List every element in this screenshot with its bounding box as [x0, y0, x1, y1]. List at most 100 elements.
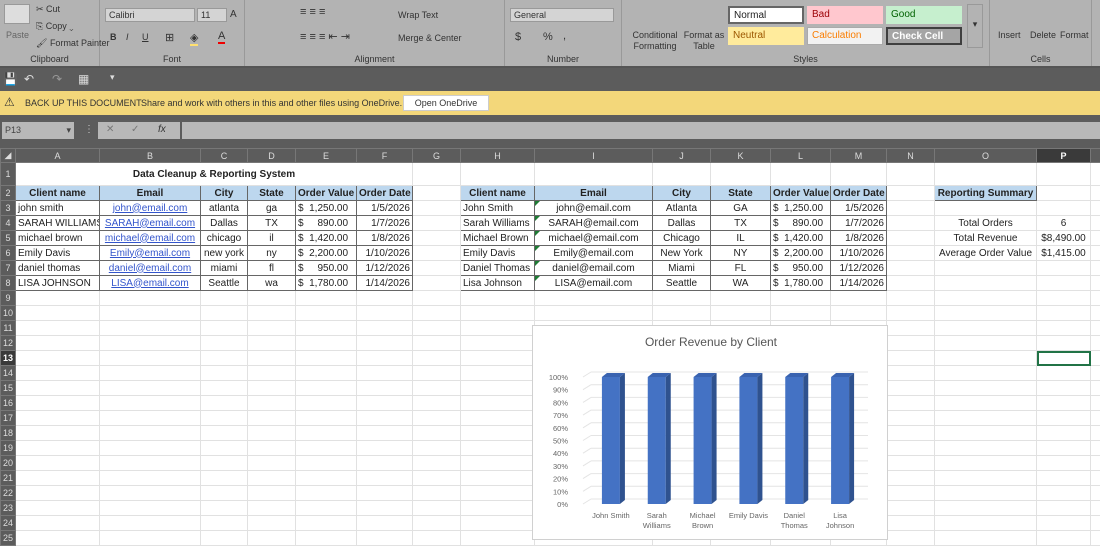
- summary-header[interactable]: Reporting Summary: [935, 186, 1037, 201]
- underline-button[interactable]: U: [142, 32, 149, 42]
- row-header[interactable]: 23: [1, 501, 16, 516]
- cell[interactable]: [248, 516, 296, 531]
- cell[interactable]: [413, 201, 461, 216]
- email-cell[interactable]: SARAH@email.com: [535, 216, 653, 231]
- cell[interactable]: [771, 291, 831, 306]
- cell[interactable]: [935, 261, 1037, 276]
- cell[interactable]: [1037, 351, 1091, 366]
- column-header[interactable]: [1091, 149, 1100, 163]
- cell[interactable]: [1037, 201, 1091, 216]
- cell[interactable]: [1037, 366, 1091, 381]
- cell[interactable]: [935, 486, 1037, 501]
- cell[interactable]: [357, 531, 413, 546]
- data-cell[interactable]: Daniel Thomas: [461, 261, 535, 276]
- row-header[interactable]: 14: [1, 366, 16, 381]
- column-header[interactable]: B: [100, 149, 201, 163]
- cell[interactable]: [16, 381, 100, 396]
- cell[interactable]: [887, 411, 935, 426]
- data-cell[interactable]: Emily Davis: [16, 246, 100, 261]
- cell[interactable]: [1091, 426, 1100, 441]
- cell[interactable]: [1037, 486, 1091, 501]
- cell[interactable]: [1091, 163, 1100, 186]
- cell[interactable]: [1091, 201, 1100, 216]
- data-cell[interactable]: ga: [248, 201, 296, 216]
- column-header[interactable]: M: [831, 149, 887, 163]
- cell[interactable]: [296, 531, 357, 546]
- cell[interactable]: [16, 516, 100, 531]
- table-header[interactable]: Order Date: [831, 186, 887, 201]
- cell[interactable]: [887, 501, 935, 516]
- cell[interactable]: [296, 486, 357, 501]
- column-header[interactable]: K: [711, 149, 771, 163]
- cell[interactable]: [935, 201, 1037, 216]
- data-cell[interactable]: $ 1,250.00: [771, 201, 831, 216]
- cell[interactable]: [935, 321, 1037, 336]
- cell[interactable]: [887, 186, 935, 201]
- cell[interactable]: [100, 426, 201, 441]
- cell[interactable]: [296, 501, 357, 516]
- cell[interactable]: [201, 531, 248, 546]
- cell[interactable]: [1037, 471, 1091, 486]
- cell[interactable]: [413, 501, 461, 516]
- cell[interactable]: [1091, 336, 1100, 351]
- data-cell[interactable]: wa: [248, 276, 296, 291]
- row-header[interactable]: 2: [1, 186, 16, 201]
- style-check-cell[interactable]: Check Cell: [886, 27, 962, 45]
- cell[interactable]: [413, 396, 461, 411]
- cell[interactable]: [887, 351, 935, 366]
- currency-button[interactable]: $: [515, 31, 521, 43]
- name-box[interactable]: P13▾: [2, 122, 74, 139]
- cell[interactable]: [296, 426, 357, 441]
- table-header[interactable]: Client name: [461, 186, 535, 201]
- email-cell[interactable]: michael@email.com: [535, 231, 653, 246]
- italic-button[interactable]: I: [126, 32, 129, 42]
- cell[interactable]: [201, 411, 248, 426]
- cell[interactable]: [935, 426, 1037, 441]
- cell[interactable]: [935, 471, 1037, 486]
- cell[interactable]: [100, 441, 201, 456]
- cell[interactable]: [935, 291, 1037, 306]
- cell[interactable]: [935, 163, 1037, 186]
- cell[interactable]: [248, 441, 296, 456]
- data-cell[interactable]: michael brown: [16, 231, 100, 246]
- cell[interactable]: [201, 321, 248, 336]
- delete-button[interactable]: Delete: [1030, 30, 1056, 40]
- cell[interactable]: [16, 366, 100, 381]
- cell[interactable]: [357, 351, 413, 366]
- cell[interactable]: [248, 501, 296, 516]
- data-cell[interactable]: TX: [711, 216, 771, 231]
- select-all-corner[interactable]: ◢: [1, 149, 16, 163]
- row-header[interactable]: 16: [1, 396, 16, 411]
- row-header[interactable]: 5: [1, 231, 16, 246]
- data-cell[interactable]: Seattle: [201, 276, 248, 291]
- cell[interactable]: [248, 351, 296, 366]
- cell[interactable]: [357, 306, 413, 321]
- cell[interactable]: [16, 336, 100, 351]
- row-header[interactable]: 9: [1, 291, 16, 306]
- style-calculation[interactable]: Calculation: [807, 27, 883, 45]
- column-header[interactable]: P: [1037, 149, 1091, 163]
- cell[interactable]: [1037, 396, 1091, 411]
- cell[interactable]: [1091, 531, 1100, 546]
- cell[interactable]: [413, 381, 461, 396]
- email-cell[interactable]: john@email.com: [100, 201, 201, 216]
- data-cell[interactable]: $ 950.00: [296, 261, 357, 276]
- data-cell[interactable]: 1/7/2026: [357, 216, 413, 231]
- cell[interactable]: [413, 163, 461, 186]
- row-header[interactable]: 15: [1, 381, 16, 396]
- email-cell[interactable]: Emily@email.com: [100, 246, 201, 261]
- cell[interactable]: [1091, 231, 1100, 246]
- email-cell[interactable]: LISA@email.com: [535, 276, 653, 291]
- data-cell[interactable]: SARAH WILLIAMS: [16, 216, 100, 231]
- data-cell[interactable]: FL: [711, 261, 771, 276]
- data-cell[interactable]: Emily Davis: [461, 246, 535, 261]
- row-header[interactable]: 25: [1, 531, 16, 546]
- cell[interactable]: [413, 291, 461, 306]
- row-header[interactable]: 11: [1, 321, 16, 336]
- data-cell[interactable]: $ 2,200.00: [296, 246, 357, 261]
- cell[interactable]: [461, 531, 535, 546]
- cell[interactable]: [201, 441, 248, 456]
- data-cell[interactable]: 1/8/2026: [357, 231, 413, 246]
- cell[interactable]: [711, 306, 771, 321]
- cell[interactable]: [100, 381, 201, 396]
